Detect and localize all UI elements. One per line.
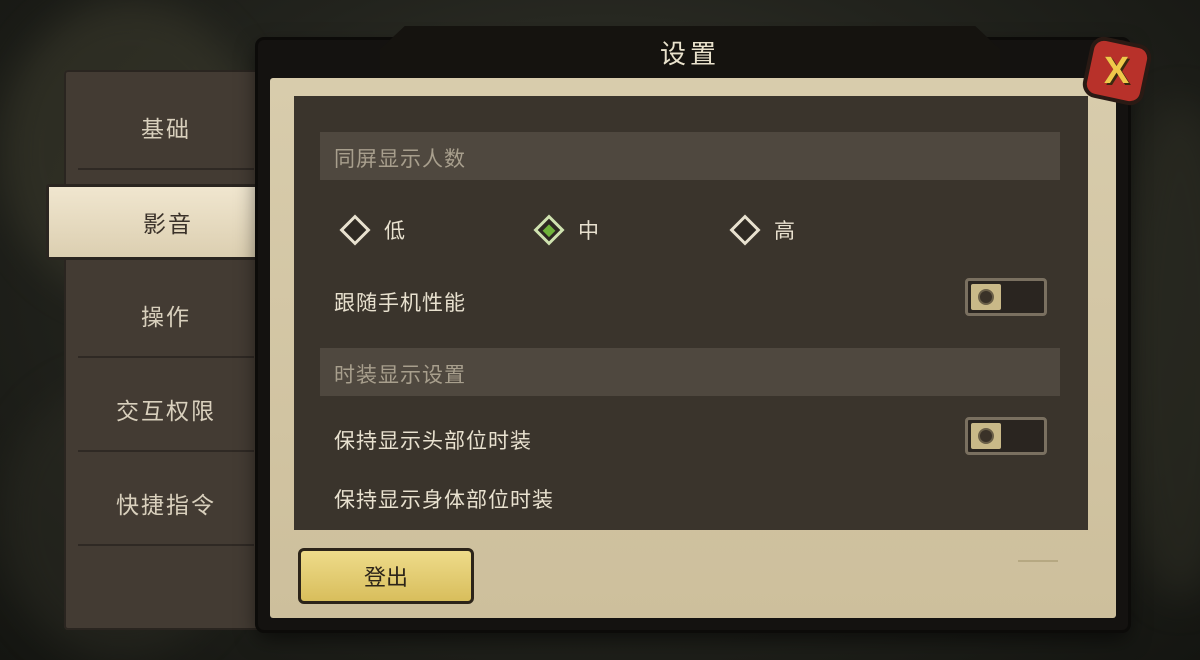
toggle-knob	[971, 423, 1001, 449]
radio-label: 低	[384, 219, 405, 243]
follow-phone-label: 跟随手机性能	[334, 291, 466, 315]
scroll-indicator	[1018, 560, 1058, 562]
window-title: 设置	[659, 40, 720, 70]
toggle-knob-icon	[978, 428, 994, 444]
tab-audio-visual[interactable]: 影音	[46, 184, 290, 260]
tab-interaction-permissions[interactable]: 交互权限	[78, 368, 254, 452]
logout-button[interactable]: 登出	[298, 548, 474, 604]
radio-label: 高	[774, 219, 795, 243]
toggle-knob	[971, 284, 1001, 310]
diamond-radio-icon	[339, 214, 371, 246]
keep-head-toggle[interactable]	[965, 417, 1047, 455]
section-title-costume-display: 时装显示设置	[334, 363, 466, 387]
toggle-knob-icon	[978, 289, 994, 305]
keep-head-label: 保持显示头部位时装	[334, 429, 532, 453]
tab-basic[interactable]: 基础	[78, 86, 254, 170]
tab-shortcuts[interactable]: 快捷指令	[78, 462, 254, 546]
radio-low[interactable]: 低	[339, 212, 405, 248]
radio-label: 中	[578, 219, 599, 243]
follow-phone-toggle[interactable]	[965, 278, 1047, 316]
diamond-radio-icon	[729, 214, 761, 246]
radio-medium[interactable]: 中	[533, 212, 599, 248]
keep-body-label: 保持显示身体部位时装	[334, 488, 554, 512]
diamond-radio-selected-icon	[533, 214, 565, 246]
radio-high[interactable]: 高	[729, 212, 795, 248]
section-title-onscreen-count: 同屏显示人数	[334, 147, 466, 171]
close-button[interactable]: X	[1080, 34, 1154, 108]
close-icon: X	[1104, 49, 1130, 92]
tab-controls[interactable]: 操作	[78, 274, 254, 358]
